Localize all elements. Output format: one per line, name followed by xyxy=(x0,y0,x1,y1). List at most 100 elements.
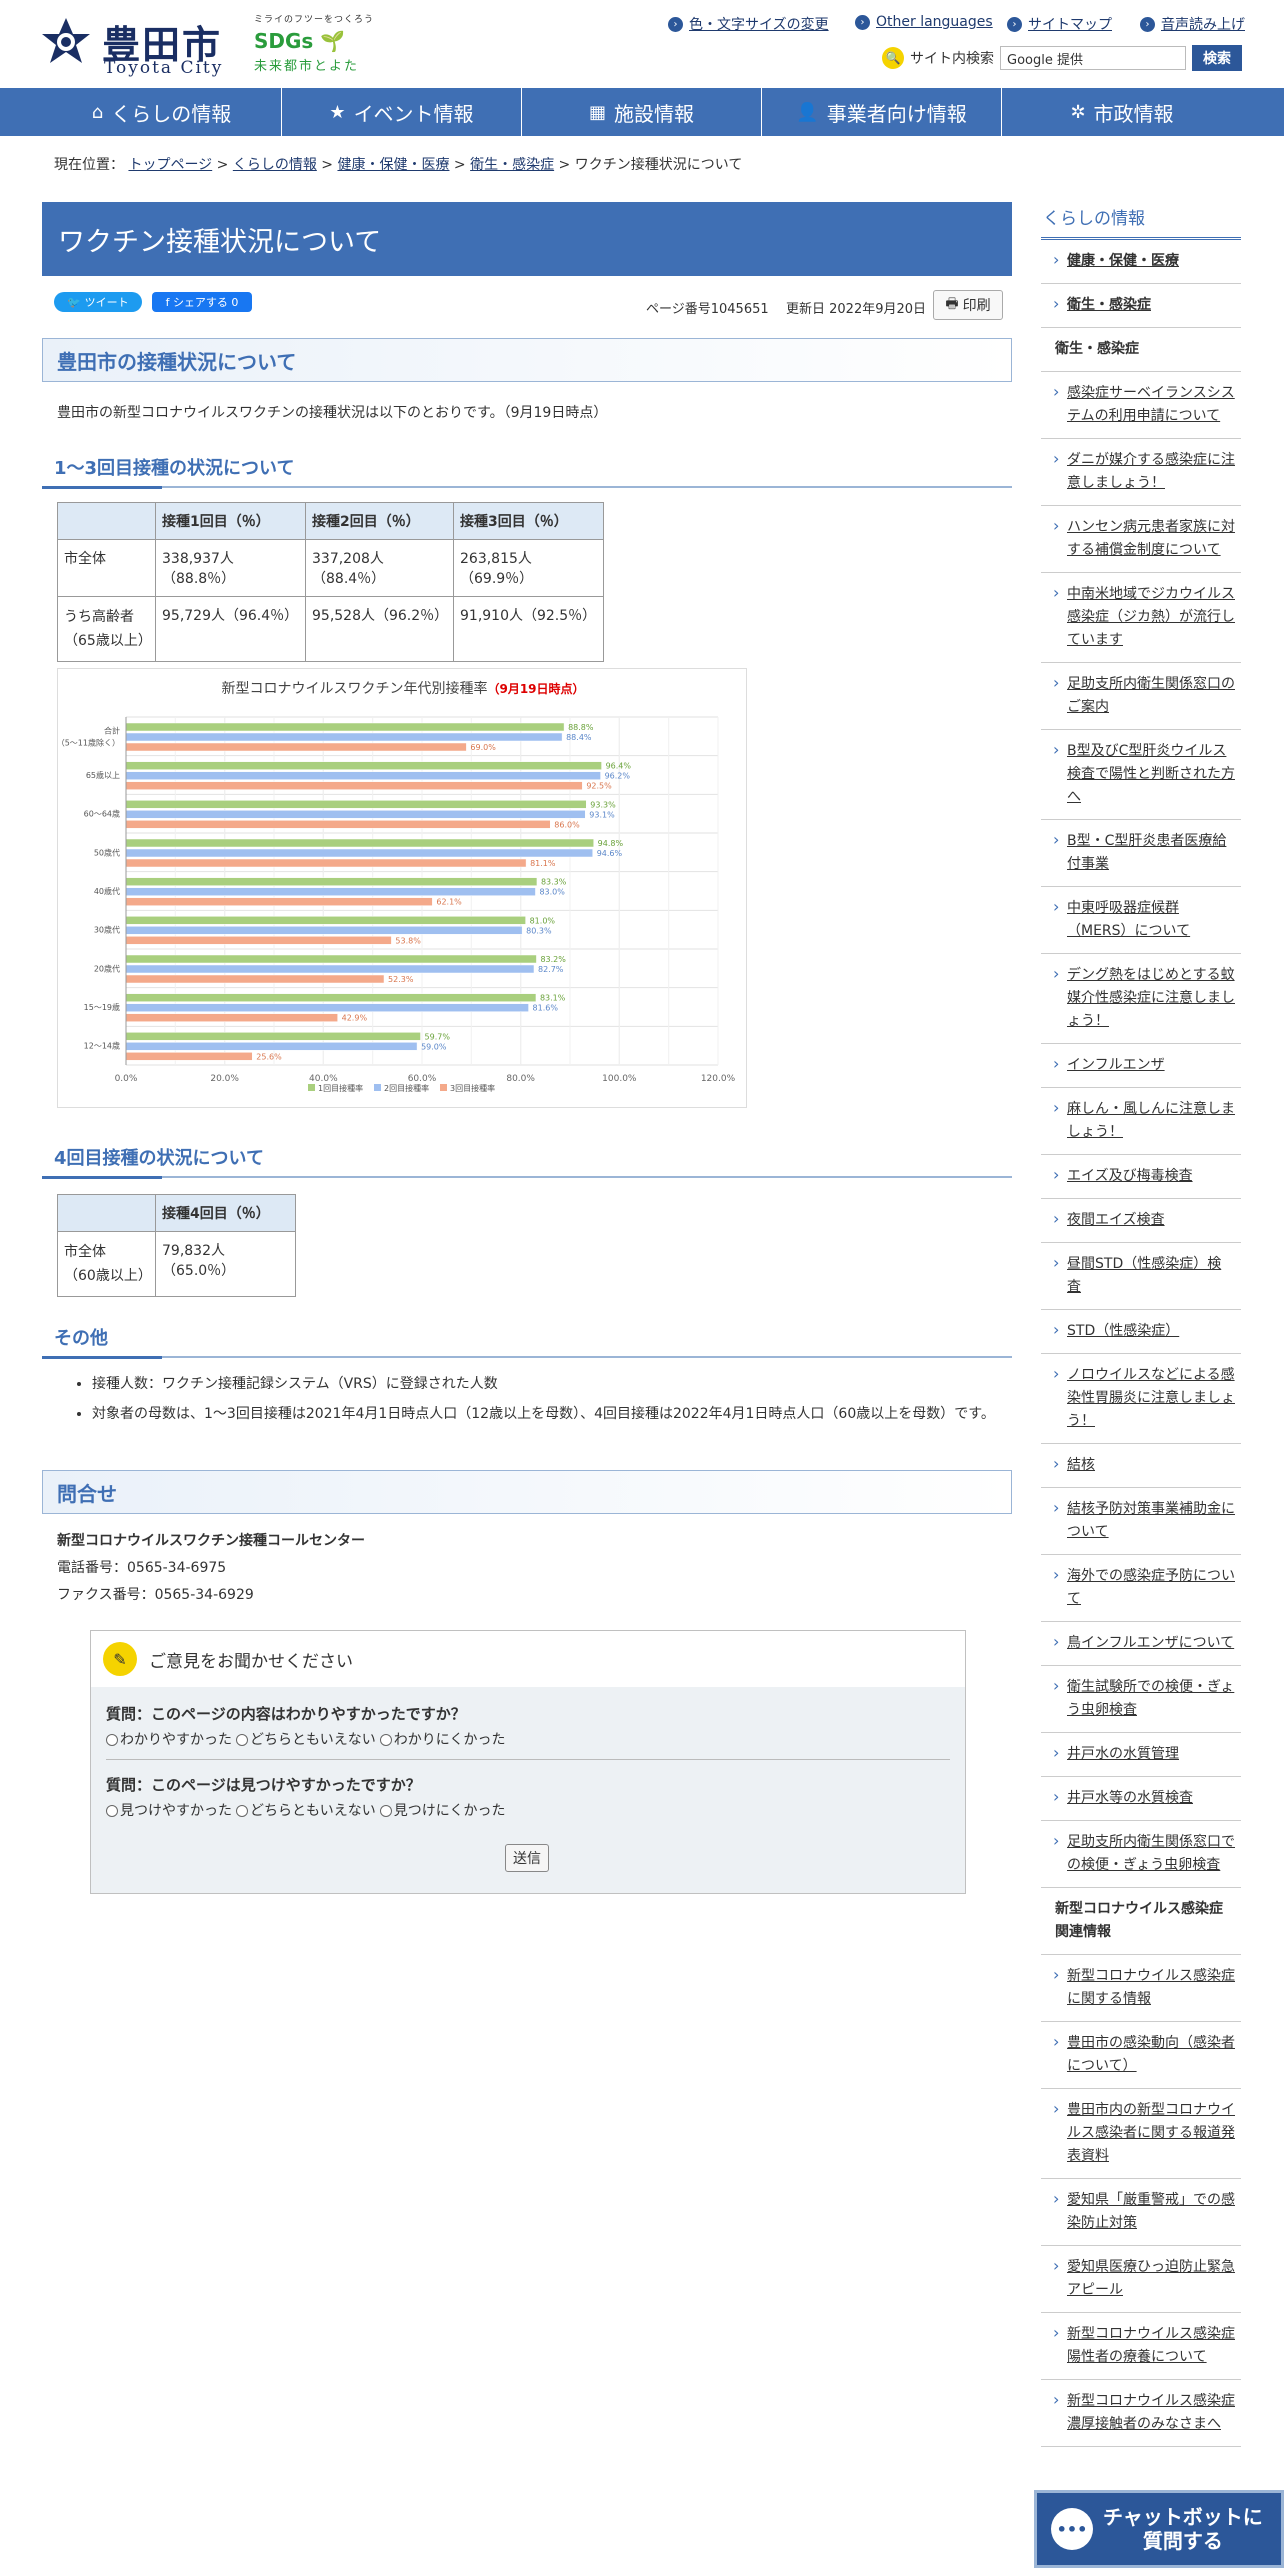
sidebar-item[interactable]: 結核予防対策事業補助金について xyxy=(1041,1488,1241,1555)
sidebar-item[interactable]: 健康・保健・医療 xyxy=(1041,240,1241,284)
radio-option[interactable]: どちらともいえない xyxy=(236,1729,376,1749)
radio-button[interactable] xyxy=(236,1734,248,1746)
sidebar-item[interactable]: 衛生試験所での検便・ぎょう虫卵検査 xyxy=(1041,1666,1241,1733)
sidebar-link[interactable]: 中南米地域でジカウイルス感染症（ジカ熱）が流行しています xyxy=(1067,586,1235,648)
sidebar-item[interactable]: STD（性感染症） xyxy=(1041,1310,1241,1354)
breadcrumb-link-health[interactable]: 健康・保健・医療 xyxy=(337,157,449,173)
sidebar-link[interactable]: ダニが媒介する感染症に注意しましょう！ xyxy=(1067,452,1235,491)
sidebar-link[interactable]: 感染症サーベイランスシステムの利用申請について xyxy=(1067,385,1235,424)
sidebar-link[interactable]: 井戸水の水質管理 xyxy=(1067,1746,1179,1762)
sidebar-item[interactable]: ハンセン病元患者家族に対する補償金制度について xyxy=(1041,506,1241,573)
radio-button[interactable] xyxy=(106,1805,118,1817)
sidebar-link[interactable]: 衛生試験所での検便・ぎょう虫卵検査 xyxy=(1067,1679,1234,1718)
sidebar-link[interactable]: ノロウイルスなどによる感染性胃腸炎に注意しましょう！ xyxy=(1067,1367,1235,1429)
sidebar-link[interactable]: 新型コロナウイルス感染症陽性者の療養について xyxy=(1067,2326,1235,2365)
sidebar-item[interactable]: 愛知県「厳重警戒」での感染防止対策 xyxy=(1041,2179,1241,2246)
sidebar-link[interactable]: 結核 xyxy=(1067,1457,1095,1473)
sidebar-item[interactable]: ダニが媒介する感染症に注意しましょう！ xyxy=(1041,439,1241,506)
sidebar-link[interactable]: デング熱をはじめとする蚊媒介性感染症に注意しましょう！ xyxy=(1067,967,1235,1029)
util-link-sitemap[interactable]: › サイトマップ xyxy=(1007,14,1112,34)
sidebar-link[interactable]: 中東呼吸器症候群（MERS）について xyxy=(1067,900,1190,939)
sidebar-item[interactable]: 足助支所内衛生関係窓口のご案内 xyxy=(1041,663,1241,730)
sidebar-link[interactable]: 麻しん・風しんに注意しましょう！ xyxy=(1067,1101,1235,1140)
breadcrumb-link-hygiene[interactable]: 衛生・感染症 xyxy=(470,157,554,173)
tweet-button[interactable]: 🐦 ツイート xyxy=(54,292,142,312)
sidebar-item[interactable]: 昼間STD（性感染症）検査 xyxy=(1041,1243,1241,1310)
sidebar-item[interactable]: 井戸水の水質管理 xyxy=(1041,1733,1241,1777)
radio-button[interactable] xyxy=(379,1734,392,1746)
sidebar-link[interactable]: 新型コロナウイルス感染症に関する情報 xyxy=(1067,1968,1235,2007)
sidebar-item[interactable]: 結核 xyxy=(1041,1444,1241,1488)
sidebar-item[interactable]: 海外での感染症予防について xyxy=(1041,1555,1241,1622)
sidebar-link[interactable]: 昼間STD（性感染症）検査 xyxy=(1067,1256,1221,1295)
sidebar-link[interactable]: 井戸水等の水質検査 xyxy=(1067,1790,1193,1806)
sidebar-item[interactable]: B型及びC型肝炎ウイルス検査で陽性と判断された方へ xyxy=(1041,730,1241,820)
sidebar-item[interactable]: エイズ及び梅毒検査 xyxy=(1041,1155,1241,1199)
nav-item-citygov[interactable]: ✲ 市政情報 xyxy=(1002,88,1242,136)
sidebar-item[interactable]: 新型コロナウイルス感染症陽性者の療養について xyxy=(1041,2313,1241,2380)
search-input[interactable]: Google 提供 xyxy=(1000,46,1186,70)
breadcrumb-link-living[interactable]: くらしの情報 xyxy=(233,157,317,173)
sidebar-item[interactable]: 夜間エイズ検査 xyxy=(1041,1199,1241,1243)
sidebar-link[interactable]: 衛生・感染症 xyxy=(1067,297,1151,313)
sidebar-item[interactable]: 豊田市の感染動向（感染者について） xyxy=(1041,2022,1241,2089)
search-button[interactable]: 検索 xyxy=(1192,45,1242,71)
radio-option[interactable]: 見つけやすかった xyxy=(106,1800,232,1820)
sidebar-link[interactable]: 新型コロナウイルス感染症濃厚接触者のみなさまへ xyxy=(1067,2393,1235,2432)
sidebar-link[interactable]: 足助支所内衛生関係窓口のご案内 xyxy=(1067,676,1235,715)
sidebar-link[interactable]: 足助支所内衛生関係窓口での検便・ぎょう虫卵検査 xyxy=(1067,1834,1235,1873)
nav-item-facilities[interactable]: ▦ 施設情報 xyxy=(522,88,762,136)
sidebar-item[interactable]: 鳥インフルエンザについて xyxy=(1041,1622,1241,1666)
languages-link[interactable]: Other languages xyxy=(876,14,993,30)
radio-option[interactable]: 見つけにくかった xyxy=(379,1800,505,1820)
sidebar-link[interactable]: 豊田市の感染動向（感染者について） xyxy=(1067,2035,1235,2074)
sidebar-link[interactable]: 愛知県「厳重警戒」での感染防止対策 xyxy=(1067,2192,1235,2231)
util-link-font[interactable]: › 色・文字サイズの変更 xyxy=(668,14,829,34)
sidebar-item[interactable]: 中東呼吸器症候群（MERS）について xyxy=(1041,887,1241,954)
chatbot-button[interactable]: ••• チャットボットに 質問する xyxy=(1034,2490,1284,2568)
sitemap-link[interactable]: サイトマップ xyxy=(1028,14,1112,34)
sidebar-link[interactable]: 健康・保健・医療 xyxy=(1067,253,1179,269)
print-button[interactable]: 🖶 印刷 xyxy=(933,290,1003,320)
sidebar-link[interactable]: 豊田市内の新型コロナウイルス感染者に関する報道発表資料 xyxy=(1067,2102,1235,2164)
sidebar-link[interactable]: 結核予防対策事業補助金について xyxy=(1067,1501,1235,1540)
sidebar-link[interactable]: 鳥インフルエンザについて xyxy=(1067,1635,1234,1651)
sidebar-item[interactable]: 中南米地域でジカウイルス感染症（ジカ熱）が流行しています xyxy=(1041,573,1241,663)
breadcrumb-link-top[interactable]: トップページ xyxy=(128,157,212,173)
sidebar-link[interactable]: エイズ及び梅毒検査 xyxy=(1067,1168,1193,1184)
voice-link[interactable]: 音声読み上げ xyxy=(1161,14,1245,34)
facebook-share-button[interactable]: f シェアする 0 xyxy=(152,292,252,312)
nav-item-business[interactable]: 👤 事業者向け情報 xyxy=(762,88,1002,136)
sidebar-item[interactable]: 豊田市内の新型コロナウイルス感染者に関する報道発表資料 xyxy=(1041,2089,1241,2179)
sidebar-item[interactable]: 衛生・感染症 xyxy=(1041,284,1241,328)
util-link-voice[interactable]: › 音声読み上げ xyxy=(1140,14,1245,34)
sidebar-title[interactable]: くらしの情報 xyxy=(1041,202,1241,240)
sidebar-link[interactable]: インフルエンザ xyxy=(1067,1057,1165,1073)
util-link-lang[interactable]: › Other languages xyxy=(855,14,993,30)
sidebar-item[interactable]: デング熱をはじめとする蚊媒介性感染症に注意しましょう！ xyxy=(1041,954,1241,1044)
radio-option[interactable]: わかりにくかった xyxy=(379,1729,505,1749)
radio-button[interactable] xyxy=(106,1734,118,1746)
sidebar-item[interactable]: ノロウイルスなどによる感染性胃腸炎に注意しましょう！ xyxy=(1041,1354,1241,1444)
sidebar-link[interactable]: B型及びC型肝炎ウイルス検査で陽性と判断された方へ xyxy=(1067,743,1235,805)
nav-item-living[interactable]: ⌂ くらしの情報 xyxy=(42,88,282,136)
radio-option[interactable]: わかりやすかった xyxy=(106,1729,232,1749)
nav-item-events[interactable]: ★ イベント情報 xyxy=(282,88,522,136)
sidebar-item[interactable]: 足助支所内衛生関係窓口での検便・ぎょう虫卵検査 xyxy=(1041,1821,1241,1888)
sidebar-item[interactable]: 新型コロナウイルス感染症濃厚接触者のみなさまへ xyxy=(1041,2380,1241,2447)
radio-button[interactable] xyxy=(379,1805,392,1817)
submit-button[interactable]: 送信 xyxy=(505,1844,549,1872)
sidebar-item[interactable]: 愛知県医療ひっ迫防止緊急アピール xyxy=(1041,2246,1241,2313)
radio-option[interactable]: どちらともいえない xyxy=(236,1800,376,1820)
sidebar-item[interactable]: 新型コロナウイルス感染症に関する情報 xyxy=(1041,1955,1241,2022)
sidebar-item[interactable]: B型・C型肝炎患者医療給付事業 xyxy=(1041,820,1241,887)
sidebar-item[interactable]: インフルエンザ xyxy=(1041,1044,1241,1088)
sidebar-item[interactable]: 麻しん・風しんに注意しましょう！ xyxy=(1041,1088,1241,1155)
sidebar-link[interactable]: STD（性感染症） xyxy=(1067,1323,1179,1339)
sidebar-link[interactable]: 愛知県医療ひっ迫防止緊急アピール xyxy=(1067,2259,1235,2298)
sidebar-link[interactable]: ハンセン病元患者家族に対する補償金制度について xyxy=(1067,519,1235,558)
sidebar-item[interactable]: 井戸水等の水質検査 xyxy=(1041,1777,1241,1821)
radio-button[interactable] xyxy=(236,1805,248,1817)
sidebar-link[interactable]: 夜間エイズ検査 xyxy=(1067,1212,1165,1228)
sidebar-link[interactable]: B型・C型肝炎患者医療給付事業 xyxy=(1067,833,1226,872)
